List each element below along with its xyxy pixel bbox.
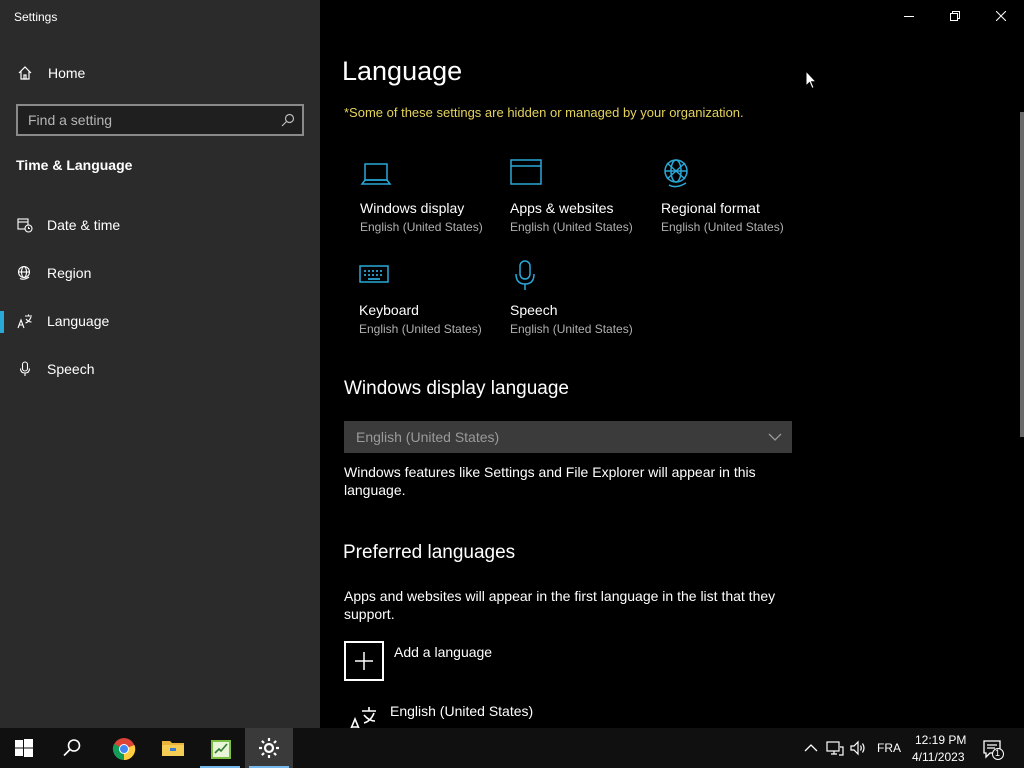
language-icon: [17, 314, 32, 329]
sidebar-item-label: Date & time: [47, 217, 121, 233]
page-title: Language: [342, 56, 463, 86]
tile-subtitle: English (United States): [510, 322, 633, 336]
chevron-up-icon[interactable]: [802, 739, 820, 757]
clock-time[interactable]: 12:19 PM: [915, 733, 966, 747]
chrome-icon: [112, 738, 136, 761]
tile-regional-format[interactable]: Regional format English (United States): [661, 158, 801, 254]
globe-icon: [664, 159, 688, 188]
search-icon[interactable]: [281, 113, 295, 127]
notepad-icon: [211, 740, 231, 759]
section-heading-display-language: Windows display language: [344, 378, 569, 399]
tile-subtitle: English (United States): [360, 220, 483, 234]
network-icon[interactable]: [826, 739, 844, 757]
sidebar: Settings Home Time & Language Date & tim…: [0, 0, 320, 728]
sidebar-item-label: Speech: [47, 361, 95, 377]
start-icon: [15, 739, 33, 757]
main-content: Language *Some of these settings are hid…: [320, 0, 1024, 728]
taskbar: FRA 12:19 PM 4/11/2023 1: [0, 728, 1024, 768]
sidebar-item-date-time[interactable]: Date & time: [0, 205, 320, 245]
sidebar-item-language[interactable]: Language: [0, 301, 320, 341]
dropdown-value: English (United States): [356, 429, 500, 445]
close-icon: [996, 11, 1006, 21]
sidebar-item-home[interactable]: Home: [0, 56, 320, 90]
preferred-languages-description: Apps and websites will appear in the fir…: [344, 588, 776, 622]
notification-icon[interactable]: [982, 738, 1004, 760]
taskbar-search-button[interactable]: [48, 728, 96, 768]
add-language-label: Add a language: [394, 644, 493, 660]
close-button[interactable]: [978, 0, 1024, 32]
microphone-icon: [19, 361, 31, 376]
plus-icon: [355, 652, 373, 670]
tile-windows-display[interactable]: Windows display English (United States): [360, 158, 500, 254]
taskbar-settings[interactable]: [245, 728, 293, 768]
sidebar-item-region[interactable]: Region: [0, 253, 320, 293]
display-language-dropdown[interactable]: English (United States): [344, 421, 792, 453]
restore-icon: [950, 11, 960, 21]
display-language-description: Windows features like Settings and File …: [344, 464, 756, 498]
input-language-indicator[interactable]: FRA: [877, 741, 901, 755]
section-heading-preferred-languages: Preferred languages: [343, 542, 516, 563]
app-title: Settings: [14, 10, 58, 24]
language-icon: [350, 707, 376, 728]
tile-keyboard[interactable]: Keyboard English (United States): [359, 260, 499, 356]
tile-subtitle: English (United States): [510, 220, 633, 234]
volume-icon[interactable]: [849, 739, 867, 757]
tile-speech[interactable]: Speech English (United States): [510, 260, 650, 356]
restore-button[interactable]: [932, 0, 978, 32]
laptop-icon: [360, 163, 392, 185]
chevron-down-icon: [768, 433, 782, 441]
language-name: English (United States): [390, 703, 534, 719]
start-button[interactable]: [0, 728, 48, 768]
taskbar-notepad[interactable]: [196, 728, 244, 768]
taskbar-chrome[interactable]: [99, 728, 147, 768]
add-box: [344, 641, 384, 681]
search-box: [16, 104, 304, 136]
tile-subtitle: English (United States): [661, 220, 784, 234]
taskbar-file-explorer[interactable]: [148, 728, 196, 768]
tile-subtitle: English (United States): [359, 322, 482, 336]
keyboard-icon: [359, 265, 389, 283]
globe-icon: [17, 265, 31, 280]
search-input[interactable]: [18, 106, 268, 134]
mouse-cursor-icon: [805, 70, 817, 90]
file-explorer-icon: [162, 741, 184, 756]
calendar-clock-icon: [17, 218, 33, 233]
tile-title: Keyboard: [359, 302, 419, 318]
sidebar-item-label: Language: [47, 313, 110, 329]
search-icon: [63, 739, 81, 757]
tile-title: Windows display: [360, 200, 465, 216]
clock-date[interactable]: 4/11/2023: [912, 750, 965, 764]
minimize-button[interactable]: [886, 0, 932, 32]
window-icon: [510, 159, 542, 185]
sidebar-item-speech[interactable]: Speech: [0, 349, 320, 389]
tile-title: Regional format: [661, 200, 760, 216]
settings-icon: [259, 738, 279, 758]
tile-apps-websites[interactable]: Apps & websites English (United States): [510, 158, 650, 254]
add-language-button[interactable]: Add a language: [344, 641, 644, 681]
tile-title: Apps & websites: [510, 200, 614, 216]
sidebar-item-label: Region: [47, 265, 92, 281]
scrollbar[interactable]: [1020, 112, 1024, 437]
notification-badge: 1: [995, 748, 1001, 758]
language-list-item[interactable]: English (United States): [344, 703, 744, 728]
section-title: Time & Language: [16, 157, 133, 173]
sidebar-item-label: Home: [48, 65, 86, 81]
org-notice: *Some of these settings are hidden or ma…: [344, 105, 744, 120]
tile-title: Speech: [510, 302, 558, 318]
microphone-icon: [515, 260, 535, 290]
minimize-icon: [904, 16, 914, 17]
home-icon: [18, 66, 32, 80]
